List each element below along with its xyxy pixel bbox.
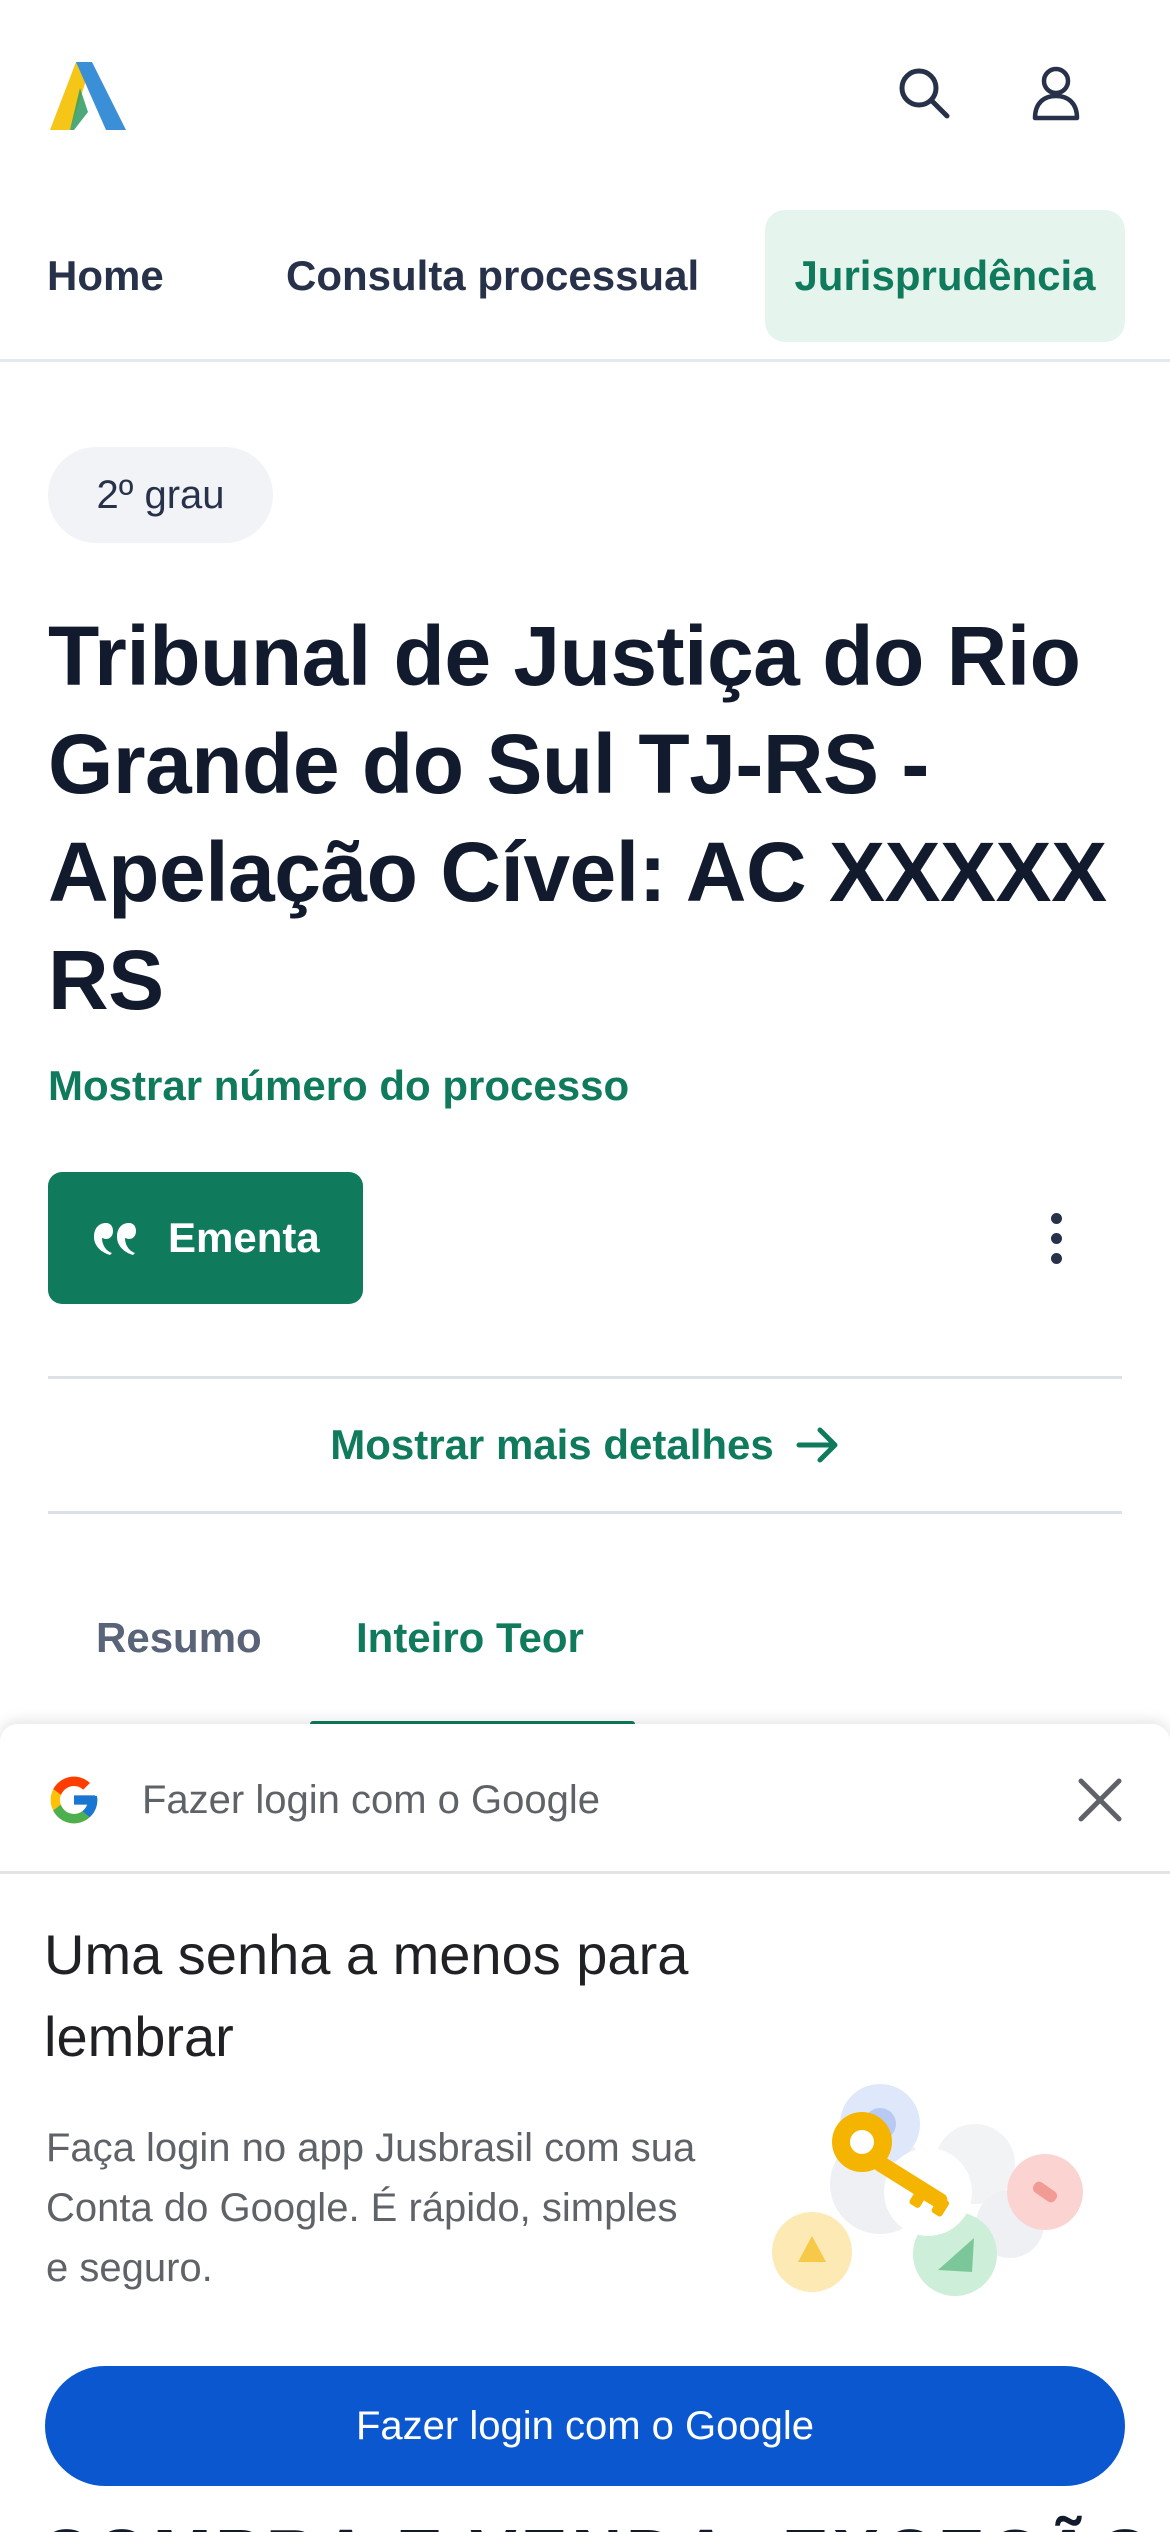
show-process-number-link[interactable]: Mostrar número do processo [48,1062,629,1110]
tab-resumo[interactable]: Resumo [96,1550,262,1725]
ementa-button[interactable]: Ementa [48,1172,363,1304]
app-header [0,0,1170,195]
more-vertical-icon-dot [1050,1232,1062,1244]
close-sheet-button[interactable] [1070,1770,1130,1830]
ementa-label: Ementa [168,1214,320,1261]
more-options-button[interactable] [1030,1200,1082,1276]
google-g-icon [50,1776,98,1824]
nav-item-consulta-processual[interactable]: Consulta processual [286,210,699,342]
content-peek-text: COMPRA E VENDA. EXCEÇÃO DE [40,2514,1170,2532]
content-tabs: Resumo Inteiro Teor [0,1550,1170,1727]
more-vertical-icon [1050,1212,1062,1224]
google-login-button[interactable]: Fazer login com o Google [45,2366,1125,2486]
page-title: Tribunal de Justiça do Rio Grande do Sul… [48,609,1107,1027]
account-button[interactable] [1025,62,1087,124]
sheet-header: Fazer login com o Google [0,1724,1170,1874]
sheet-header-title: Fazer login com o Google [142,1777,601,1822]
search-icon [899,68,950,119]
court-level-badge: 2º grau [48,447,273,543]
show-more-details-label: Mostrar mais detalhes [330,1421,774,1468]
arrow-right-icon [796,1427,838,1463]
key-icon [772,2084,1083,2296]
divider [48,1511,1122,1514]
google-login-sheet: Fazer login com o Google Uma senha a men… [0,1724,1170,2532]
nav-item-home[interactable]: Home [47,210,164,342]
sheet-heading: Uma senha a menos para lembrar [44,1923,689,2068]
close-icon [1078,1778,1122,1822]
tab-inteiro-teor[interactable]: Inteiro Teor [356,1550,584,1725]
main-nav: Home Consulta processual Jurisprudência [0,208,1170,362]
search-button[interactable] [893,62,955,124]
quote-icon [94,1223,136,1255]
user-icon [1032,66,1080,121]
sheet-body-text: Faça login no app Jusbrasil com sua Cont… [46,2126,696,2290]
show-more-details-link[interactable]: Mostrar mais detalhes [0,1378,1170,1512]
jusbrasil-logo-icon[interactable] [46,58,130,134]
nav-item-jurisprudencia[interactable]: Jurisprudência [765,210,1125,342]
more-vertical-icon-dot [1050,1252,1062,1264]
